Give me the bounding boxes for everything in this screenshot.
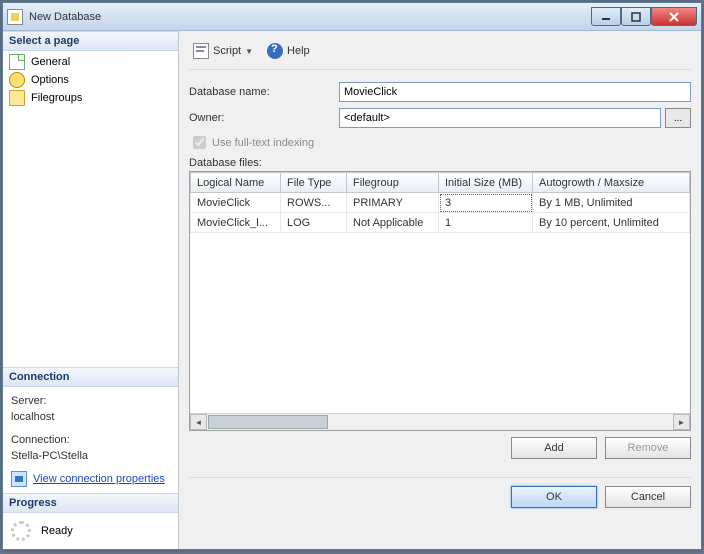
horizontal-scrollbar[interactable]: ◄ ►: [190, 413, 690, 430]
cell-fgroup[interactable]: Not Applicable: [347, 213, 439, 233]
page-label: Filegroups: [31, 92, 82, 104]
progress-block: Ready: [3, 513, 178, 549]
cell-logical[interactable]: MovieClick: [191, 193, 281, 213]
cell-auto[interactable]: By 1 MB, Unlimited: [533, 193, 690, 213]
view-connection-link[interactable]: View connection properties: [33, 471, 165, 488]
db-name-label: Database name:: [189, 86, 339, 98]
connection-label: Connection:: [11, 432, 170, 449]
cell-isize[interactable]: 3: [439, 193, 533, 213]
help-button[interactable]: Help: [263, 41, 314, 61]
page-icon: [9, 90, 25, 106]
server-label: Server:: [11, 393, 170, 410]
server-value: localhost: [11, 409, 170, 426]
page-item-filegroups[interactable]: Filegroups: [7, 89, 174, 107]
close-button[interactable]: [651, 7, 697, 26]
grid-buttons: Add Remove: [189, 431, 691, 465]
maximize-button[interactable]: [621, 7, 651, 26]
script-button[interactable]: Script ▼: [189, 41, 257, 61]
dialog-footer: OK Cancel: [189, 477, 691, 508]
progress-spinner-icon: [11, 521, 31, 541]
progress-status: Ready: [41, 525, 73, 537]
script-label: Script: [213, 45, 241, 57]
ok-button[interactable]: OK: [511, 486, 597, 508]
view-connection-properties[interactable]: View connection properties: [11, 471, 170, 488]
connection-header: Connection: [3, 367, 178, 387]
scroll-left-arrow-icon[interactable]: ◄: [190, 414, 207, 430]
help-label: Help: [287, 45, 310, 57]
scroll-right-arrow-icon[interactable]: ►: [673, 414, 690, 430]
cell-isize[interactable]: 1: [439, 213, 533, 233]
page-label: General: [31, 56, 70, 68]
connection-value: Stella-PC\Stella: [11, 448, 170, 465]
page-label: Options: [31, 74, 69, 86]
window-buttons: [591, 7, 697, 26]
cell-ftype[interactable]: ROWS...: [281, 193, 347, 213]
table-row[interactable]: MovieClick ROWS... PRIMARY 3 By 1 MB, Un…: [191, 193, 690, 213]
dialog-body: Select a page General Options Filegroups…: [3, 31, 701, 549]
scroll-thumb[interactable]: [208, 415, 328, 429]
app-icon: [7, 9, 23, 25]
db-files-grid[interactable]: Logical Name File Type Filegroup Initial…: [189, 171, 691, 431]
dialog-window: New Database Select a page General Optio…: [2, 2, 702, 550]
page-icon: [9, 54, 25, 70]
col-autogrowth[interactable]: Autogrowth / Maxsize: [533, 173, 690, 193]
col-filegroup[interactable]: Filegroup: [347, 173, 439, 193]
fulltext-label: Use full-text indexing: [212, 137, 314, 149]
cell-logical[interactable]: MovieClick_l...: [191, 213, 281, 233]
remove-button[interactable]: Remove: [605, 437, 691, 459]
toolbar: Script ▼ Help: [189, 39, 691, 70]
col-logical-name[interactable]: Logical Name: [191, 173, 281, 193]
chevron-down-icon: ▼: [245, 47, 253, 56]
fulltext-checkbox: [193, 136, 206, 149]
owner-label: Owner:: [189, 112, 339, 124]
page-list: General Options Filegroups: [3, 51, 178, 109]
window-title: New Database: [29, 11, 591, 23]
cell-ftype[interactable]: LOG: [281, 213, 347, 233]
col-file-type[interactable]: File Type: [281, 173, 347, 193]
page-item-general[interactable]: General: [7, 53, 174, 71]
left-pane: Select a page General Options Filegroups…: [3, 31, 179, 549]
page-item-options[interactable]: Options: [7, 71, 174, 89]
right-pane: Script ▼ Help Database name: Owner: ...: [179, 31, 701, 549]
cancel-button[interactable]: Cancel: [605, 486, 691, 508]
cell-fgroup[interactable]: PRIMARY: [347, 193, 439, 213]
col-initial-size[interactable]: Initial Size (MB): [439, 173, 533, 193]
owner-browse-button[interactable]: ...: [665, 108, 691, 128]
connection-icon: [11, 471, 27, 487]
owner-input[interactable]: [339, 108, 661, 128]
script-icon: [193, 43, 209, 59]
cell-auto[interactable]: By 10 percent, Unlimited: [533, 213, 690, 233]
select-page-header: Select a page: [3, 31, 178, 51]
help-icon: [267, 43, 283, 59]
db-name-input[interactable]: [339, 82, 691, 102]
minimize-button[interactable]: [591, 7, 621, 26]
progress-header: Progress: [3, 493, 178, 513]
db-files-label: Database files:: [189, 157, 691, 169]
connection-block: Server: localhost Connection: Stella-PC\…: [3, 387, 178, 494]
add-button[interactable]: Add: [511, 437, 597, 459]
page-icon: [9, 72, 25, 88]
table-row[interactable]: MovieClick_l... LOG Not Applicable 1 By …: [191, 213, 690, 233]
titlebar[interactable]: New Database: [3, 3, 701, 31]
form-area: Database name: Owner: ... Use full-text …: [189, 76, 691, 471]
